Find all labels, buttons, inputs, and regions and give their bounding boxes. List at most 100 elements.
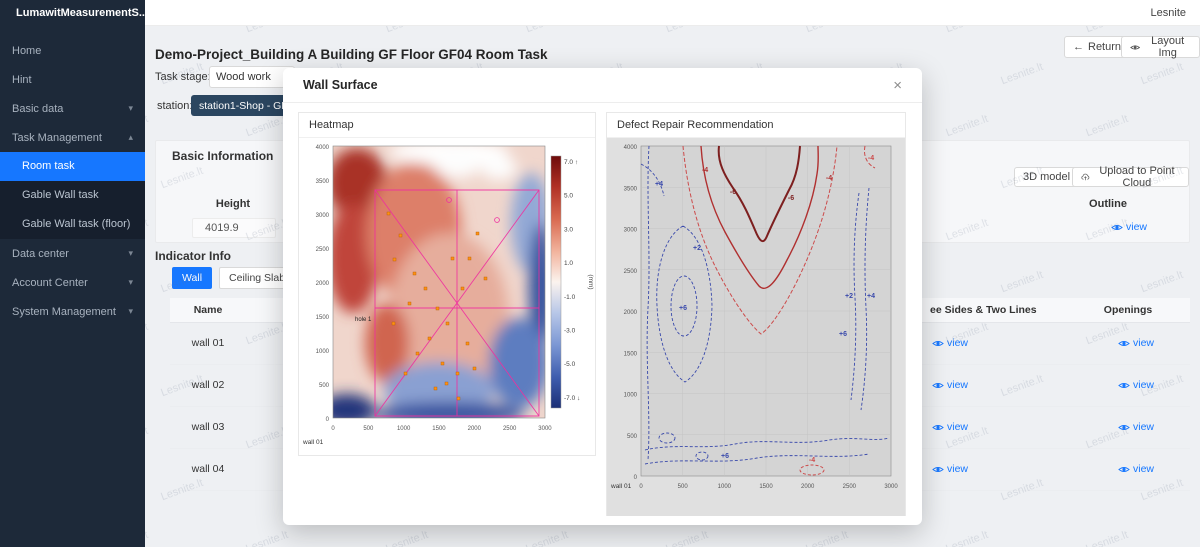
sidebar-item-hint[interactable]: Hint — [0, 65, 145, 94]
row-view-openings-link[interactable]: view — [1118, 379, 1154, 391]
contour-label: +4 — [655, 181, 663, 188]
tab-wall[interactable]: Wall — [172, 267, 212, 289]
axis-tick-label: 500 — [678, 484, 689, 490]
page-title: Demo-Project_Building A Building GF Floo… — [155, 47, 548, 62]
axis-tick-label: 3000 — [624, 228, 638, 234]
row-name: wall 02 — [178, 365, 238, 406]
eye-icon — [1118, 465, 1130, 474]
layout-img-button-label: Layout Img — [1144, 35, 1191, 59]
3d-model-button[interactable]: 3D model — [1014, 167, 1079, 187]
heatmap-panel: Heatmap — [298, 112, 596, 456]
axis-tick-label: 3000 — [538, 426, 552, 432]
watermark-text: Lesnite.lt — [244, 529, 289, 547]
axis-tick-label: 1500 — [316, 315, 330, 321]
contour-label: +6 — [721, 453, 729, 460]
defect-wall-label: wall 01 — [610, 483, 632, 490]
row-view-sides-link[interactable]: view — [932, 379, 968, 391]
axis-tick-label: -7.0 ↓ — [564, 395, 580, 402]
heatmap-colorbar — [551, 156, 561, 408]
contour-label: -4 — [702, 167, 708, 174]
eye-icon — [1130, 43, 1140, 52]
row-name: wall 04 — [178, 449, 238, 490]
sidebar-item-task-management[interactable]: Task Management▴ — [0, 123, 145, 152]
watermark-text: Lesnite.lt — [524, 529, 569, 547]
watermark-text: Lesnite.lt — [524, 26, 569, 35]
watermark-text: Lesnite.lt — [145, 26, 150, 35]
sidebar-item-label: Home — [12, 45, 41, 57]
screen: LumawitMeasurementS... HomeHintBasic dat… — [0, 0, 1200, 547]
close-icon[interactable]: × — [893, 78, 902, 93]
row-view-openings-link[interactable]: view — [1118, 463, 1154, 475]
sidebar-item-system-management[interactable]: System Management▾ — [0, 297, 145, 326]
watermark-text: Lesnite.lt — [1139, 269, 1184, 295]
upload-point-cloud-button[interactable]: Upload to Point Cloud — [1072, 167, 1189, 187]
heatmap-panel-title: Heatmap — [299, 113, 595, 138]
station-label: station: — [157, 100, 192, 112]
axis-tick-label: 3500 — [316, 179, 330, 185]
user-name[interactable]: Lesnite — [1151, 7, 1186, 19]
sidebar: LumawitMeasurementS... HomeHintBasic dat… — [0, 0, 145, 547]
axis-tick-label: 3000 — [884, 484, 898, 490]
watermark-text: Lesnite.lt — [1084, 113, 1129, 139]
chevron-down-icon: ▾ — [128, 248, 133, 259]
watermark-text: Lesnite.lt — [145, 217, 150, 243]
sidebar-item-label: Basic data — [12, 103, 63, 115]
eye-icon — [1118, 339, 1130, 348]
sidebar-item-gable-wall-task[interactable]: Gable Wall task — [0, 181, 145, 210]
view-label: view — [1133, 379, 1154, 391]
axis-tick-label: -3.0 — [564, 328, 576, 335]
axis-tick-label: 1500 — [432, 426, 446, 432]
watermark-text: Lesnite.lt — [145, 529, 150, 547]
sidebar-item-room-task[interactable]: Room task — [0, 152, 145, 181]
upload-cloud-icon — [1081, 172, 1090, 182]
sidebar-item-basic-data[interactable]: Basic data▾ — [0, 94, 145, 123]
row-view-sides-link[interactable]: view — [932, 463, 968, 475]
watermark-text: Lesnite.lt — [999, 269, 1044, 295]
contour-label: +4 — [867, 293, 875, 300]
sidebar-item-home[interactable]: Home — [0, 36, 145, 65]
task-stage-label: Task stage: — [155, 71, 211, 83]
chevron-down-icon: ▾ — [128, 306, 133, 317]
contour-label: -6 — [730, 189, 736, 196]
axis-tick-label: 2500 — [503, 426, 517, 432]
contour-label: -4 — [868, 155, 874, 162]
column-header-name: Name — [178, 298, 238, 322]
sidebar-item-gable-wall-task-floor[interactable]: Gable Wall task (floor) — [0, 210, 145, 239]
axis-tick-label: 0 — [331, 426, 335, 432]
view-label: view — [947, 463, 968, 475]
layout-img-button[interactable]: Layout Img — [1121, 36, 1200, 58]
contour-label: +2 — [693, 245, 701, 252]
row-view-openings-link[interactable]: view — [1118, 337, 1154, 349]
row-view-sides-link[interactable]: view — [932, 337, 968, 349]
watermark-text: Lesnite.lt — [944, 26, 989, 35]
sidebar-item-account-center[interactable]: Account Center▾ — [0, 268, 145, 297]
watermark-text: Lesnite.lt — [804, 529, 849, 547]
watermark-text: Lesnite.lt — [1139, 61, 1184, 87]
row-view-openings-link[interactable]: view — [1118, 421, 1154, 433]
watermark-text: Lesnite.lt — [145, 321, 150, 347]
sidebar-item-label: Hint — [12, 74, 32, 86]
axis-tick-label: 5.0 — [564, 193, 573, 200]
sidebar-item-label: Task Management — [12, 132, 102, 144]
eye-icon — [932, 465, 944, 474]
watermark-text: Lesnite.lt — [804, 26, 849, 35]
column-header-openings: Openings — [1088, 298, 1168, 322]
eye-icon — [932, 423, 944, 432]
view-label: view — [1126, 221, 1147, 233]
return-button-label: Return — [1088, 41, 1121, 53]
eye-icon — [1118, 381, 1130, 390]
height-value-field[interactable]: 4019.9 — [192, 218, 276, 238]
eye-icon — [932, 381, 944, 390]
axis-tick-label: 2500 — [624, 269, 638, 275]
axis-tick-label: -5.0 — [564, 361, 576, 368]
modal-header: Wall Surface × — [283, 68, 922, 103]
sidebar-item-data-center[interactable]: Data center▾ — [0, 239, 145, 268]
topbar: Lesnite — [145, 0, 1200, 26]
outline-view-link[interactable]: view — [1111, 221, 1147, 233]
modal-title: Wall Surface — [303, 78, 378, 92]
watermark-text: Lesnite.lt — [384, 529, 429, 547]
row-view-sides-link[interactable]: view — [932, 421, 968, 433]
axis-tick-label: 1000 — [316, 349, 330, 355]
axis-tick-label: 0 — [326, 417, 330, 423]
axis-tick-label: 7.0 ↑ — [564, 159, 578, 166]
